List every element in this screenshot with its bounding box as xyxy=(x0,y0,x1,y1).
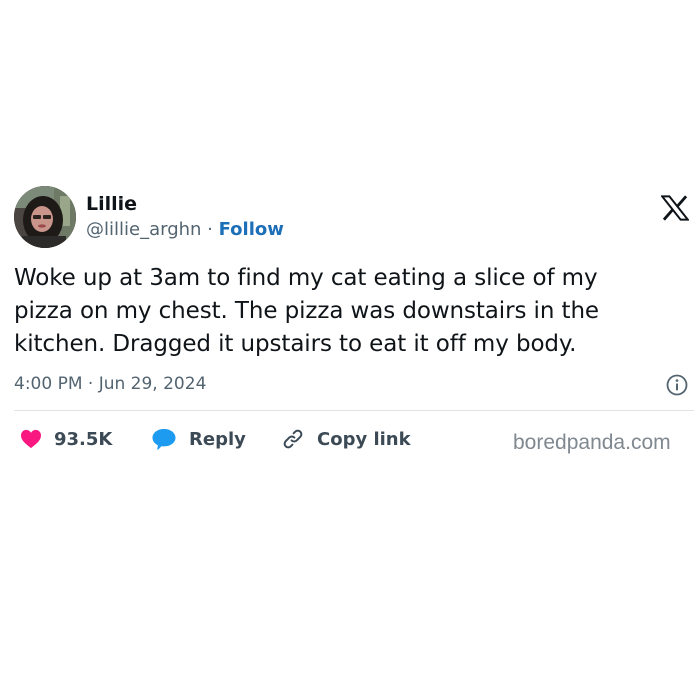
follow-button[interactable]: Follow xyxy=(219,219,284,240)
avatar-photo-icon xyxy=(14,186,76,248)
heart-icon xyxy=(21,429,41,449)
author-meta: @lillie_arghn · Follow xyxy=(86,219,284,241)
link-icon xyxy=(283,429,303,449)
speech-bubble-icon xyxy=(152,429,176,450)
tweet-text: Woke up at 3am to find my cat eating a s… xyxy=(14,265,599,357)
meta-separator: · xyxy=(201,219,219,240)
author-handle[interactable]: @lillie_arghn xyxy=(86,219,201,240)
like-count: 93.5K xyxy=(54,428,113,450)
reply-button[interactable]: Reply xyxy=(151,425,246,453)
divider xyxy=(14,410,694,411)
like-button[interactable]: 93.5K xyxy=(20,425,112,453)
tweet-timestamp[interactable]: 4:00 PM · Jun 29, 2024 xyxy=(14,373,206,395)
copy-link-button[interactable]: Copy link xyxy=(281,425,411,453)
info-icon[interactable] xyxy=(665,373,689,397)
author-name[interactable]: Lillie xyxy=(86,193,137,215)
copy-link-label: Copy link xyxy=(317,428,411,450)
avatar[interactable] xyxy=(14,186,76,248)
x-logo-icon[interactable] xyxy=(661,195,689,221)
watermark: boredpanda.com xyxy=(513,431,671,454)
tweet-card: Lillie @lillie_arghn · Follow Woke up at… xyxy=(0,0,700,700)
reply-label: Reply xyxy=(189,428,246,450)
